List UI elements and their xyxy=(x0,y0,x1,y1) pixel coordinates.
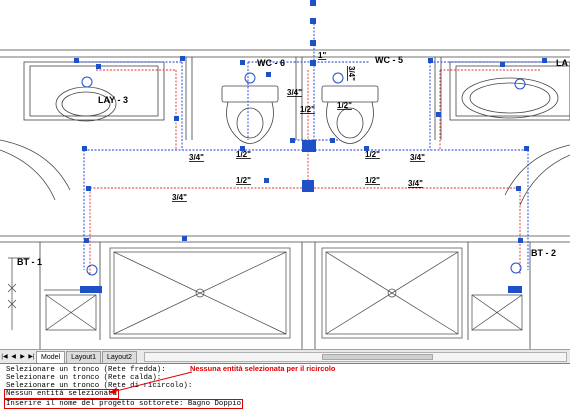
label-wc6: WC - 6 xyxy=(257,58,285,68)
prev-icon[interactable]: ◀ xyxy=(9,351,18,362)
fixture-markers xyxy=(81,72,526,276)
dim-12-f: 1/2" xyxy=(365,176,380,185)
shower-mixer xyxy=(7,257,30,330)
label-wc5: WC - 5 xyxy=(375,55,403,65)
scrollbar-thumb[interactable] xyxy=(321,353,434,360)
layout-tab-bar: |◀ ◀ ▶ ▶| Model Layout1 Layout2 xyxy=(0,349,570,364)
annotation-text: Nessuna entità selezionata per il ricirc… xyxy=(190,364,336,373)
tab-layout2[interactable]: Layout2 xyxy=(102,350,137,363)
command-line-1: Selezionare un tronco (Rete fredda): xyxy=(6,366,166,374)
dim-34-b: 3/4" xyxy=(189,153,204,162)
label-bt1: BT - 1 xyxy=(17,257,42,267)
command-line-4: Nessun entità selezionata xyxy=(4,389,119,399)
tab-layout1[interactable]: Layout1 xyxy=(66,350,101,363)
dim-12-a: 1/2" xyxy=(300,105,315,114)
last-icon[interactable]: ▶| xyxy=(27,351,36,362)
dim-12-e: 1/2" xyxy=(236,176,251,185)
dim-12-c: 1/2" xyxy=(236,150,251,159)
dim-1in: 1" xyxy=(318,51,326,60)
label-lay3: LAY - 3 xyxy=(98,95,128,105)
dim-12-d: 1/2" xyxy=(365,150,380,159)
tab-model[interactable]: Model xyxy=(36,350,66,363)
grips xyxy=(74,0,547,293)
dim-34-a: 3/4" xyxy=(287,88,302,97)
label-bt2: BT - 2 xyxy=(531,248,556,258)
drawing-canvas[interactable]: LAY - 3 LA WC - 6 WC - 5 BT - 1 BT - 2 1… xyxy=(0,0,570,349)
dim-34-vert: 3/4" xyxy=(347,66,356,81)
shower-right xyxy=(321,247,523,339)
lavabo-right xyxy=(449,61,570,206)
horizontal-scrollbar[interactable] xyxy=(143,351,567,362)
dim-34-d: 3/4" xyxy=(408,179,423,188)
label-lay-right: LA xyxy=(556,58,568,68)
dim-12-b: 1/2" xyxy=(337,101,352,110)
next-icon[interactable]: ▶ xyxy=(18,351,27,362)
dim-34-c: 3/4" xyxy=(410,153,425,162)
first-icon[interactable]: |◀ xyxy=(0,351,9,362)
command-line-2: Selezionare un tronco (Rete calda): xyxy=(6,374,162,382)
dim-34-e: 3/4" xyxy=(172,193,187,202)
